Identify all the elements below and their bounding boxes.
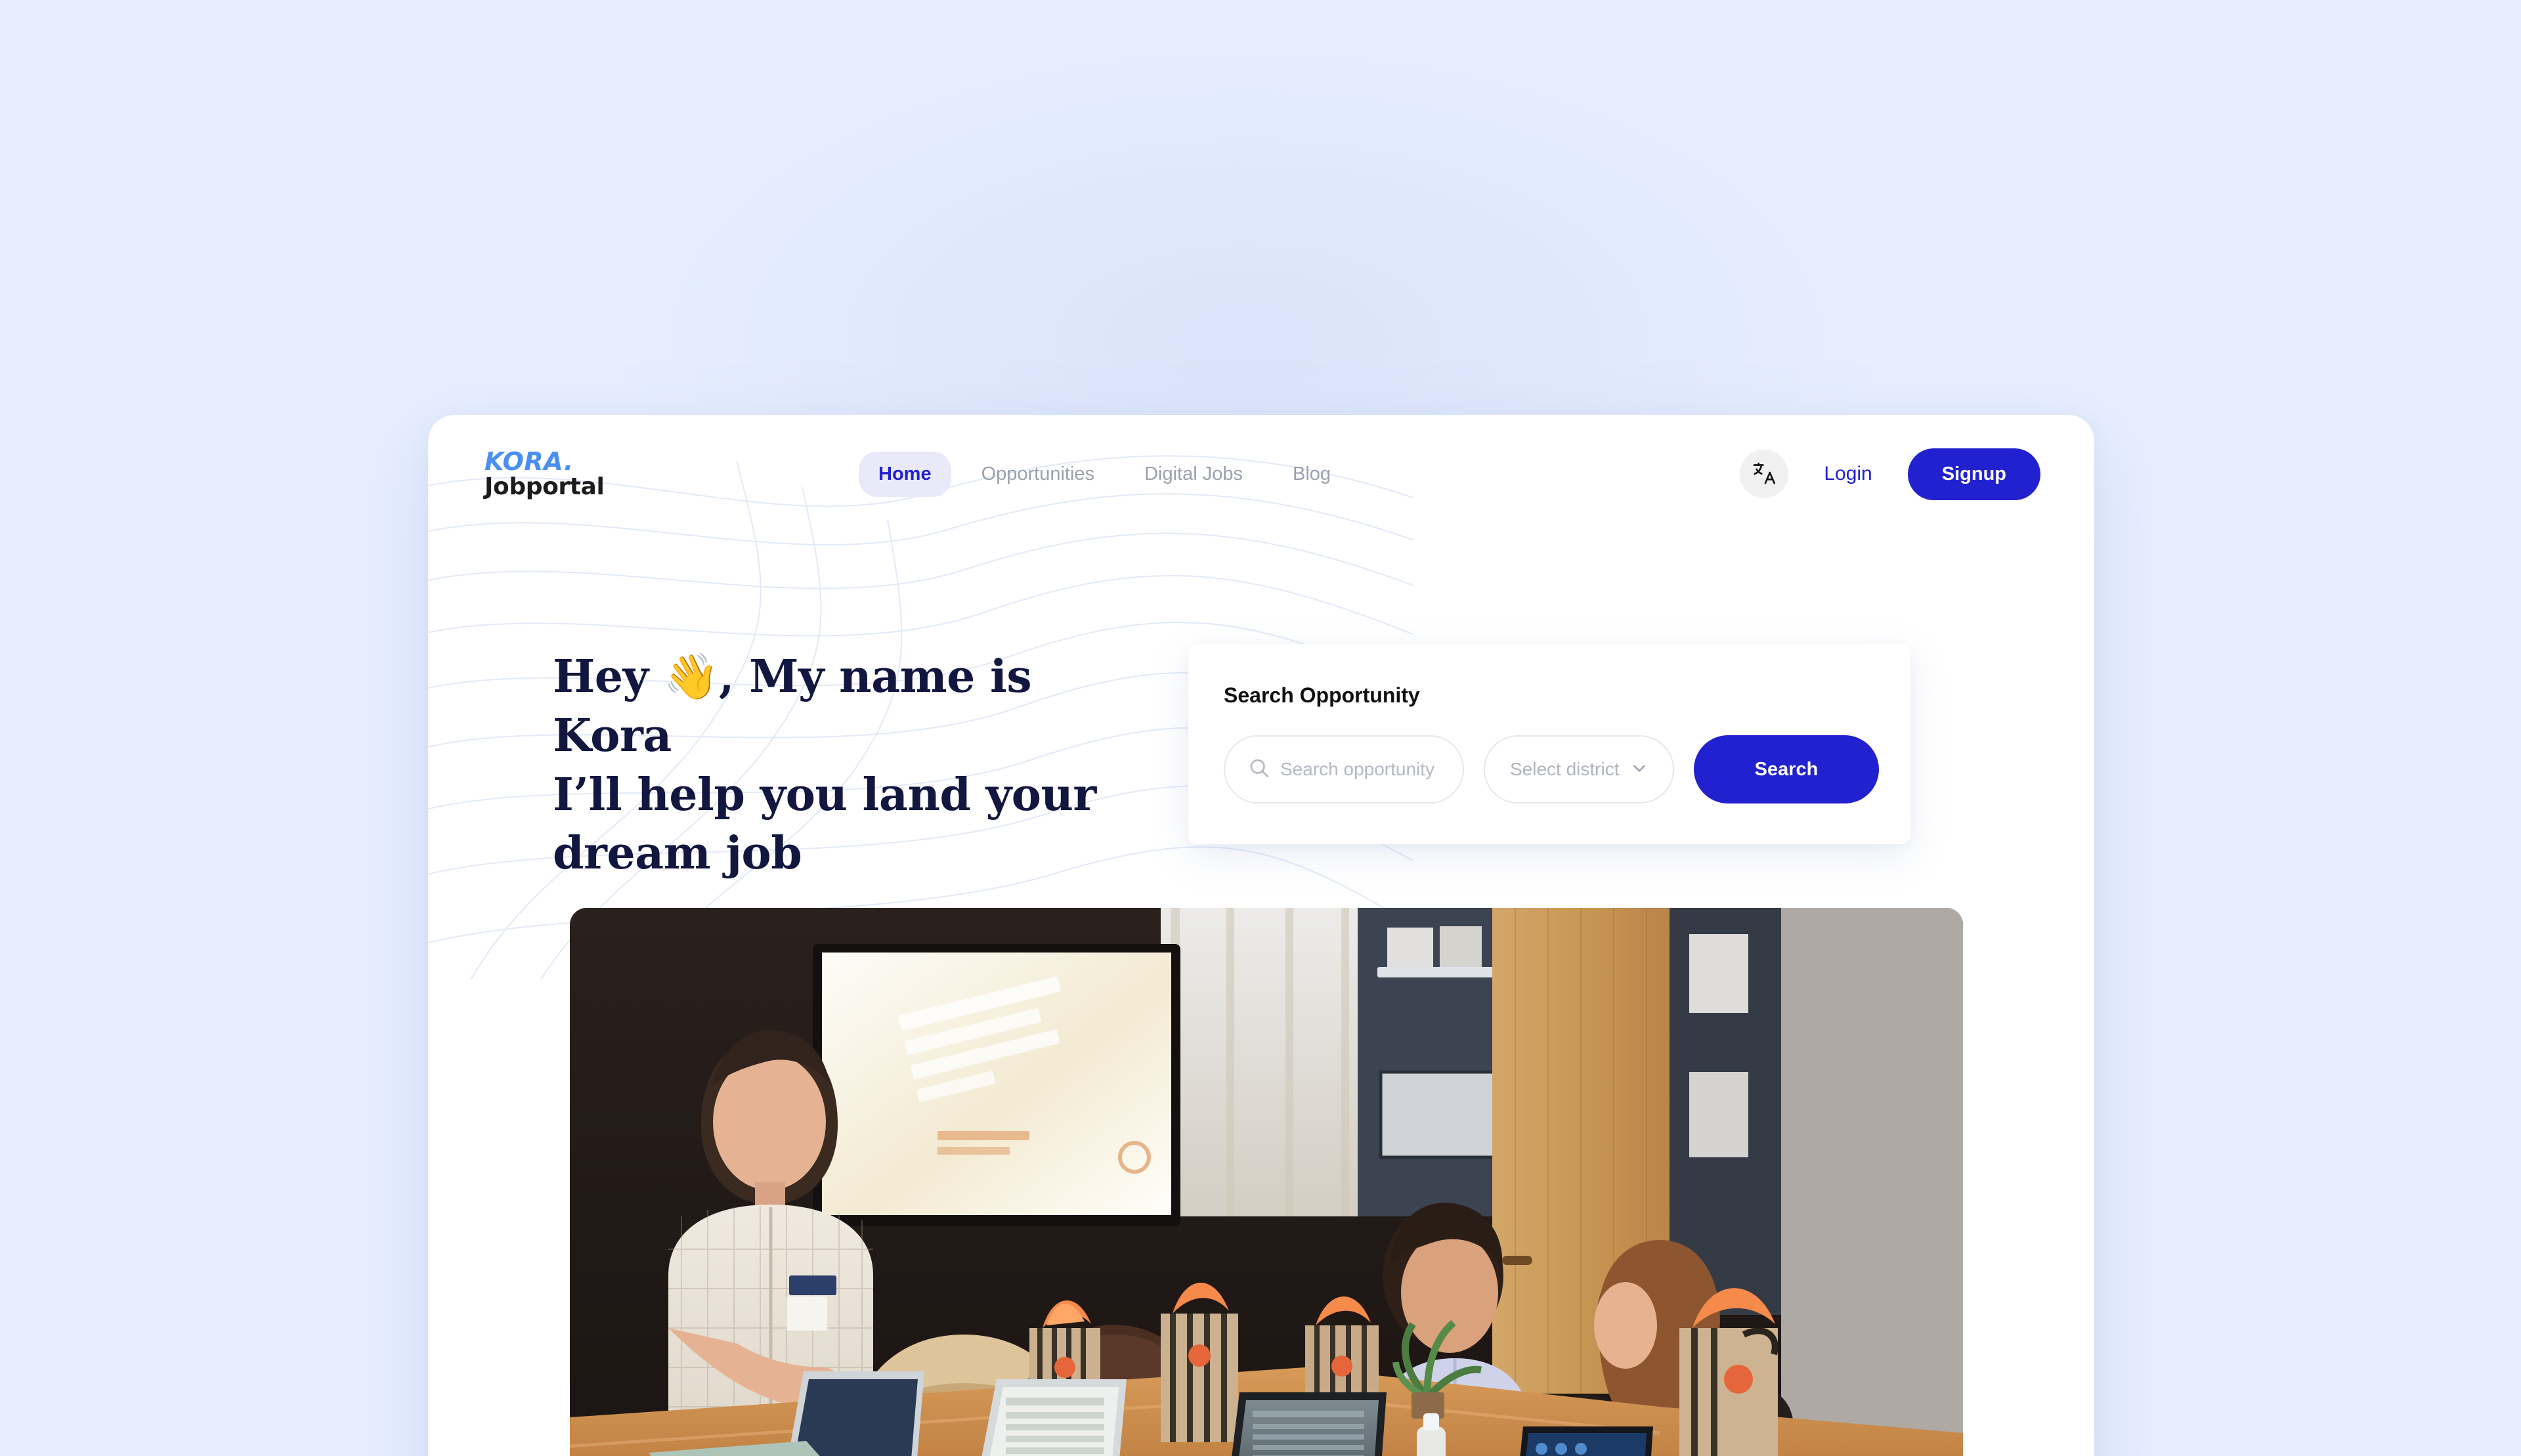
district-select-label: Select district [1510,759,1620,779]
nav-item-opportunities[interactable]: Opportunities [962,452,1115,497]
hero-photo-illustration [570,908,1963,1456]
hero-copy: Hey 👋, My name is Kora I’ll help you lan… [428,533,1150,884]
search-card-title: Search Opportunity [1224,683,1420,707]
search-input[interactable] [1280,759,1446,780]
search-opportunity-card: Search Opportunity Select district [1188,644,1910,844]
search-controls-row: Select district Search [1224,735,1879,803]
district-select[interactable]: Select district [1484,735,1674,803]
brand-name-top: KORA. [485,447,574,476]
nav-item-digital-jobs[interactable]: Digital Jobs [1125,452,1262,497]
translate-icon-button[interactable] [1740,450,1789,498]
search-icon [1247,756,1271,783]
chevron-down-icon [1629,758,1649,781]
site-header: KORA. Jobportal Home Opportunities Digit… [428,415,2094,533]
search-button[interactable]: Search [1694,735,1879,803]
main-navigation: Home Opportunities Digital Jobs Blog [859,451,1350,497]
nav-item-home[interactable]: Home [859,451,951,497]
nav-item-blog[interactable]: Blog [1273,452,1350,497]
hero-headline: Hey 👋, My name is Kora I’ll help you lan… [553,651,1096,880]
header-actions: Login Signup [1740,448,2040,500]
signup-button[interactable]: Signup [1907,448,2040,500]
brand-name-bottom: Jobportal [485,473,605,500]
brand-logo[interactable]: KORA. Jobportal [485,449,681,499]
search-input-wrapper[interactable] [1224,735,1464,803]
app-window-card: KORA. Jobportal Home Opportunities Digit… [428,415,2094,1456]
translate-icon [1751,460,1777,488]
hero-photo [570,908,1963,1456]
login-link[interactable]: Login [1812,456,1884,492]
